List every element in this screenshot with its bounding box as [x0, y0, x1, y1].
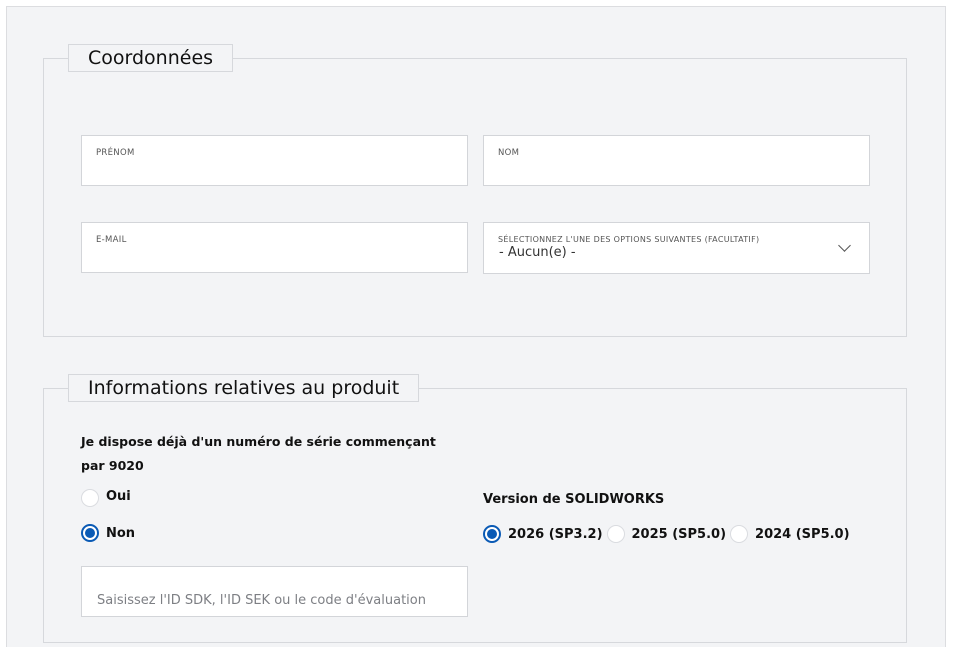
radio-2025[interactable] — [606, 525, 625, 543]
email-field[interactable]: E-MAIL — [81, 222, 468, 273]
radio-oui[interactable] — [81, 489, 99, 507]
radio-2024-label: 2024 (SP5.0) — [755, 526, 850, 542]
chevron-down-icon[interactable] — [838, 239, 851, 252]
options-select-value: - Aucun(e) - — [499, 245, 576, 260]
options-select[interactable]: SÉLECTIONNEZ L'UNE DES OPTIONS SUIVANTES… — [483, 222, 870, 274]
email-label: E-MAIL — [96, 235, 127, 245]
radio-non-label: Non — [106, 525, 136, 541]
version-option-2024[interactable]: 2024 (SP5.0) — [730, 525, 850, 543]
first-name-field[interactable]: PRÉNOM — [81, 135, 468, 186]
version-title: Version de SOLIDWORKS — [483, 492, 665, 507]
radio-2026[interactable] — [483, 525, 501, 543]
contact-section — [43, 58, 907, 337]
version-options: 2026 (SP3.2) 2025 (SP5.0) 2024 (SP5.0) — [483, 525, 854, 543]
code-input[interactable]: Saisissez l'ID SDK, l'ID SEK ou le code … — [81, 566, 468, 617]
radio-oui-label: Oui — [106, 488, 131, 504]
version-option-2026[interactable]: 2026 (SP3.2) — [483, 525, 603, 543]
last-name-field[interactable]: NOM — [483, 135, 870, 186]
serial-option-oui[interactable]: Oui — [81, 489, 131, 507]
serial-question: Je dispose déjà d'un numéro de série com… — [81, 434, 436, 473]
radio-non[interactable] — [81, 524, 99, 542]
version-option-2025[interactable]: 2025 (SP5.0) — [606, 525, 727, 543]
contact-section-title: Coordonnées — [68, 44, 234, 72]
product-section-title: Informations relatives au produit — [68, 374, 420, 402]
last-name-label: NOM — [498, 148, 520, 158]
options-select-label: SÉLECTIONNEZ L'UNE DES OPTIONS SUIVANTES… — [498, 235, 760, 244]
serial-option-non[interactable]: Non — [81, 524, 135, 542]
first-name-label: PRÉNOM — [96, 148, 135, 158]
code-input-placeholder: Saisissez l'ID SDK, l'ID SEK ou le code … — [97, 593, 426, 608]
radio-2026-label: 2026 (SP3.2) — [508, 526, 603, 542]
radio-2025-label: 2025 (SP5.0) — [631, 526, 727, 542]
radio-2024[interactable] — [730, 525, 749, 543]
